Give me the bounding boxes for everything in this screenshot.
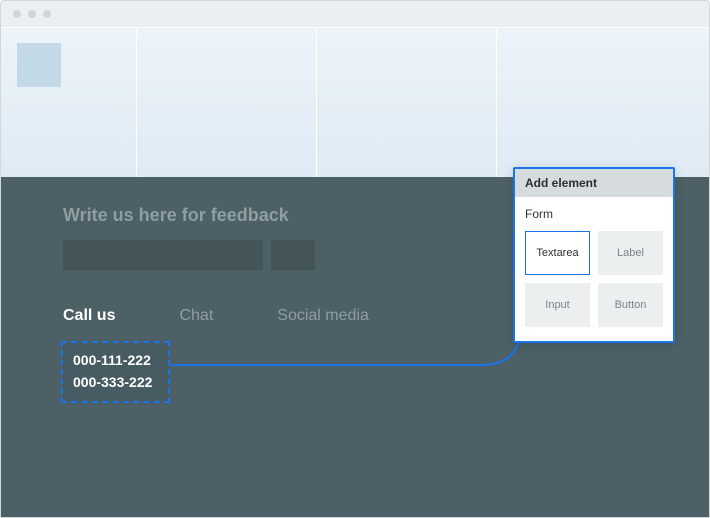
feedback-input[interactable] bbox=[63, 240, 263, 270]
tab-call-us[interactable]: Call us bbox=[63, 307, 115, 325]
element-option-label[interactable]: Label bbox=[598, 231, 663, 275]
phone-number: 000-111-222 bbox=[73, 349, 152, 371]
contact-tabs: Call us Chat Social media bbox=[63, 307, 369, 325]
hero-block bbox=[317, 27, 497, 177]
element-option-button[interactable]: Button bbox=[598, 283, 663, 327]
tab-social-media[interactable]: Social media bbox=[277, 307, 369, 325]
feedback-section: Write us here for feedback bbox=[63, 205, 315, 270]
hero-strip bbox=[1, 27, 709, 177]
canvas: Write us here for feedback Call us Chat … bbox=[1, 27, 709, 517]
element-option-textarea[interactable]: Textarea bbox=[525, 231, 590, 275]
add-element-popover: Add element Form Textarea Label Input Bu… bbox=[513, 167, 675, 343]
popover-title: Add element bbox=[515, 169, 673, 197]
feedback-submit-button[interactable] bbox=[271, 240, 315, 270]
hero-block bbox=[137, 27, 317, 177]
hero-block bbox=[497, 27, 709, 177]
popover-section-label: Form bbox=[525, 207, 663, 221]
hero-tile bbox=[17, 43, 61, 87]
element-option-input[interactable]: Input bbox=[525, 283, 590, 327]
tab-chat[interactable]: Chat bbox=[179, 307, 213, 325]
window-dot bbox=[43, 10, 51, 18]
app-window: Write us here for feedback Call us Chat … bbox=[0, 0, 710, 518]
phone-selection-box[interactable]: 000-111-222 000-333-222 bbox=[61, 341, 170, 403]
feedback-title: Write us here for feedback bbox=[63, 205, 315, 226]
titlebar bbox=[1, 1, 709, 27]
window-dot bbox=[28, 10, 36, 18]
phone-number: 000-333-222 bbox=[73, 371, 152, 393]
window-dot bbox=[13, 10, 21, 18]
hero-block bbox=[1, 27, 17, 177]
